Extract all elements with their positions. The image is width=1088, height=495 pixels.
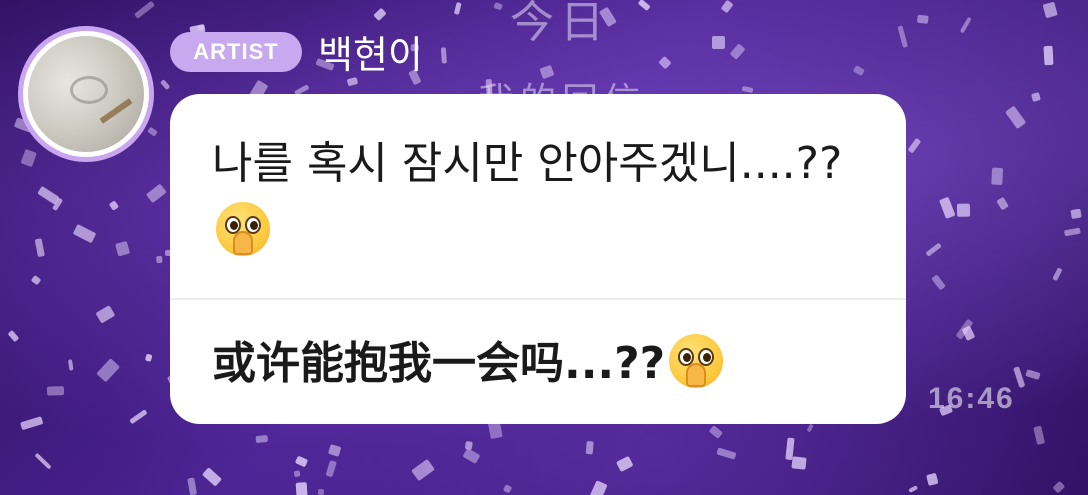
confetti-piece xyxy=(991,168,1004,186)
confetti-piece xyxy=(145,183,167,204)
confetti-piece xyxy=(187,477,198,495)
confetti-piece xyxy=(72,224,96,244)
confetti-piece xyxy=(1033,425,1046,445)
confetti-piece xyxy=(741,85,755,93)
confetti-piece xyxy=(202,467,223,487)
confetti-piece xyxy=(852,65,865,76)
confetti-piece xyxy=(293,469,301,478)
confetti-piece xyxy=(1013,366,1025,388)
confetti-piece xyxy=(324,459,337,478)
confetti-piece xyxy=(155,256,163,264)
confetti-piece xyxy=(317,489,325,495)
pleading-face-icon xyxy=(669,334,724,388)
confetti-piece xyxy=(711,36,725,49)
confetti-piece xyxy=(806,423,814,433)
confetti-piece xyxy=(94,304,115,324)
confetti-piece xyxy=(146,125,158,137)
confetti-piece xyxy=(791,455,807,470)
confetti-piece xyxy=(938,196,956,220)
confetti-piece xyxy=(709,425,723,439)
confetti-piece xyxy=(502,484,513,494)
confetti-piece xyxy=(716,447,737,460)
confetti-piece xyxy=(144,353,153,362)
confetti-piece xyxy=(328,443,342,457)
confetti-piece xyxy=(108,200,120,211)
confetti-piece xyxy=(1031,91,1041,102)
confetti-piece xyxy=(959,16,972,34)
confetti-piece xyxy=(588,480,608,495)
confetti-piece xyxy=(134,1,156,20)
confetti-piece xyxy=(159,79,171,91)
confetti-piece xyxy=(294,455,308,467)
confetti-piece xyxy=(1063,228,1081,237)
confetti-piece xyxy=(1043,46,1054,66)
confetti-piece xyxy=(1004,105,1027,130)
confetti-piece xyxy=(29,274,42,286)
confetti-piece xyxy=(68,359,74,372)
confetti-piece xyxy=(20,148,37,168)
confetti-piece xyxy=(1042,1,1058,19)
confetti-piece xyxy=(917,14,929,25)
timestamp: 16:46 xyxy=(928,382,1015,415)
confetti-piece xyxy=(37,185,60,205)
confetti-piece xyxy=(908,485,919,494)
message-korean-text: 나를 혹시 잠시만 안아주겠니....?? xyxy=(212,138,843,189)
artist-badge: ARTIST xyxy=(170,32,302,72)
confetti-piece xyxy=(35,237,46,257)
confetti-piece xyxy=(493,1,504,11)
confetti-piece xyxy=(585,440,594,455)
confetti-piece xyxy=(925,473,939,487)
confetti-piece xyxy=(440,47,447,64)
avatar-image xyxy=(28,36,144,152)
confetti-piece xyxy=(129,409,148,425)
pleading-face-icon xyxy=(216,202,270,256)
confetti-piece xyxy=(454,1,462,15)
confetti-piece xyxy=(296,482,309,495)
confetti-piece xyxy=(925,242,942,258)
confetti-piece xyxy=(254,435,268,444)
background-overlay-text: 今日 xyxy=(510,0,610,48)
confetti-piece xyxy=(1052,267,1063,282)
confetti-piece xyxy=(1070,208,1082,220)
confetti-piece xyxy=(996,196,1009,210)
confetti-piece xyxy=(1052,480,1066,493)
divider xyxy=(170,298,906,300)
sender-name: 백현이 xyxy=(318,33,423,77)
message-chinese-text: 或许能抱我一会吗...?? xyxy=(212,338,666,389)
confetti-piece xyxy=(7,329,19,342)
confetti-piece xyxy=(637,0,652,12)
confetti-piece xyxy=(411,458,435,481)
message-korean: 나를 혹시 잠시만 안아주겠니....?? xyxy=(212,130,852,266)
confetti-piece xyxy=(615,455,634,473)
avatar[interactable] xyxy=(18,26,154,162)
confetti-piece xyxy=(462,447,481,465)
confetti-piece xyxy=(33,452,52,470)
confetti-piece xyxy=(729,43,746,60)
confetti-piece xyxy=(46,385,64,396)
message-chinese: 或许能抱我一会吗...?? xyxy=(212,334,724,394)
confetti-piece xyxy=(1025,368,1041,379)
confetti-piece xyxy=(907,138,922,154)
confetti-piece xyxy=(658,56,672,70)
message-bubble[interactable]: 나를 혹시 잠시만 안아주겠니....?? 或许能抱我一会吗...?? xyxy=(170,94,906,424)
confetti-piece xyxy=(931,274,947,291)
confetti-piece xyxy=(897,24,908,47)
confetti-piece xyxy=(720,0,734,15)
confetti-piece xyxy=(114,241,130,258)
confetti-piece xyxy=(373,7,387,22)
confetti-piece xyxy=(957,203,970,217)
confetti-piece xyxy=(96,358,121,383)
confetti-piece xyxy=(20,415,44,431)
